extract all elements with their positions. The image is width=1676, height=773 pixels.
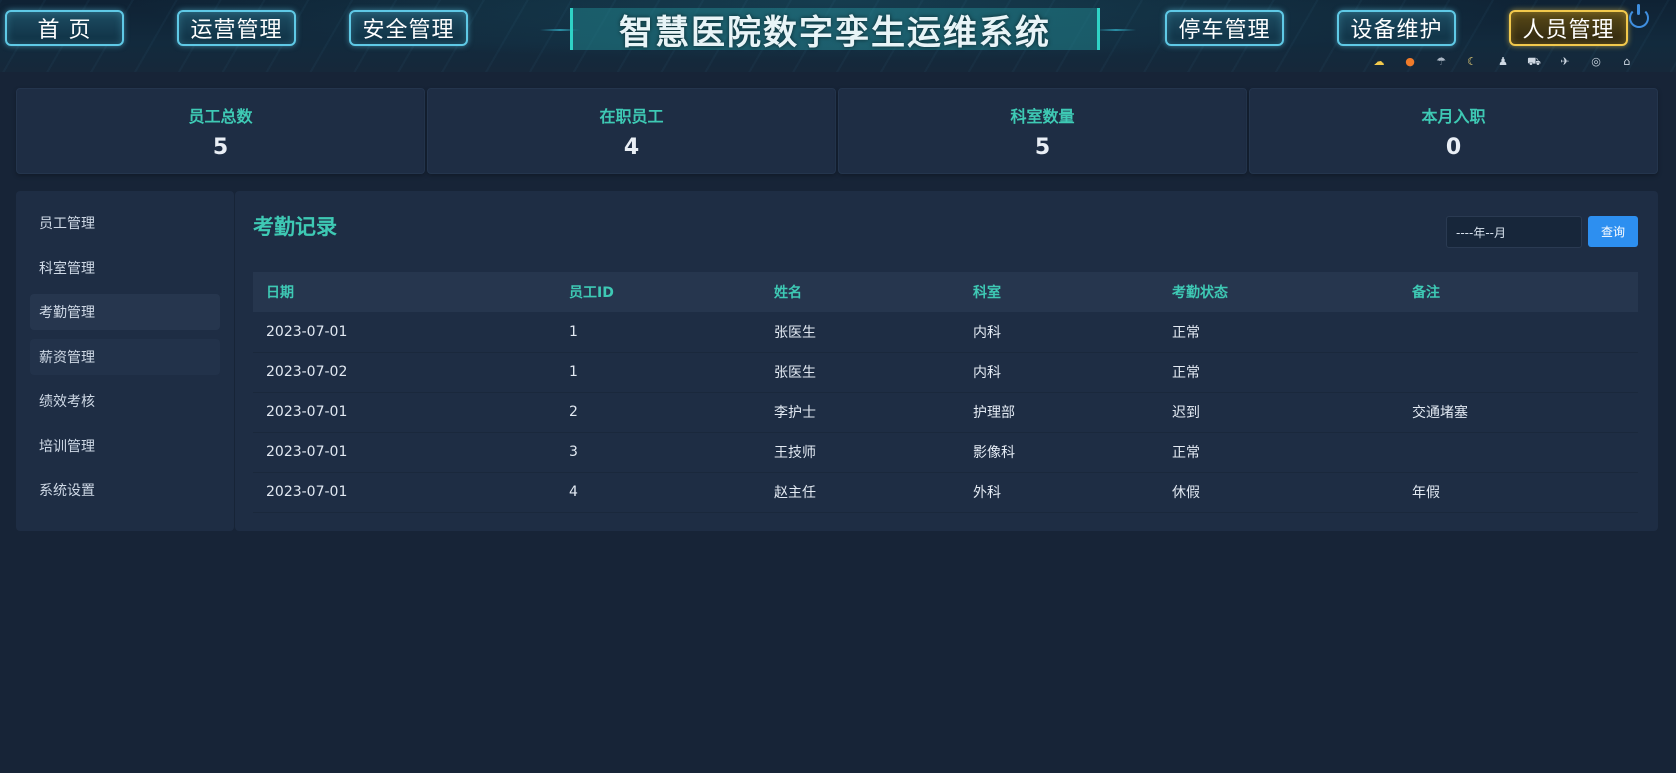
- month-picker-input[interactable]: ----年--月: [1446, 216, 1582, 248]
- nav-home-button[interactable]: 首 页: [5, 10, 124, 46]
- cell-name: 王技师: [761, 432, 960, 473]
- column-header-date: 日期: [253, 272, 556, 312]
- stat-label: 本月入职: [1421, 106, 1486, 126]
- cell-status: 正常: [1159, 312, 1399, 353]
- cell-remark: [1399, 312, 1638, 353]
- sidebar-item-departments[interactable]: 科室管理: [30, 250, 220, 286]
- stat-card-monthly-hires: 本月入职 0: [1249, 88, 1658, 174]
- attendance-table: 日期 员工ID 姓名 科室 考勤状态 备注 2023-07-01 1 张医生 内…: [253, 272, 1638, 513]
- power-icon[interactable]: [1629, 4, 1649, 28]
- stat-label: 在职员工: [599, 106, 664, 126]
- cell-department: 内科: [960, 352, 1159, 393]
- panel-title: 考勤记录: [253, 215, 337, 239]
- cell-department: 影像科: [960, 432, 1159, 473]
- cell-remark: [1399, 352, 1638, 393]
- stat-card-active-staff: 在职员工 4: [427, 88, 836, 174]
- cell-department: 护理部: [960, 392, 1159, 433]
- cell-date: 2023-07-02: [253, 352, 556, 393]
- sidebar-item-performance[interactable]: 绩效考核: [30, 383, 220, 419]
- table-header-row: 日期 员工ID 姓名 科室 考勤状态 备注: [253, 272, 1638, 312]
- sidebar-item-settings[interactable]: 系统设置: [30, 472, 220, 508]
- cell-remark: [1399, 432, 1638, 473]
- cell-date: 2023-07-01: [253, 392, 556, 433]
- cell-name: 张医生: [761, 352, 960, 393]
- cell-remark: 交通堵塞: [1399, 392, 1638, 433]
- car-icon: ⛟: [1527, 55, 1541, 68]
- nav-parking-button[interactable]: 停车管理: [1165, 10, 1284, 46]
- query-button[interactable]: 查询: [1588, 216, 1638, 247]
- stat-value: 5: [212, 134, 229, 160]
- rain-icon: ☂: [1436, 55, 1446, 68]
- cell-name: 赵主任: [761, 472, 960, 513]
- cell-status: 正常: [1159, 432, 1399, 473]
- column-header-employee-id: 员工ID: [556, 272, 761, 312]
- table-row: 2023-07-01 2 李护士 护理部 迟到 交通堵塞: [253, 392, 1638, 433]
- attendance-panel: 考勤记录 ----年--月 查询 日期 员工ID 姓名 科室 考勤状态 备注 2…: [235, 191, 1658, 531]
- cell-status: 休假: [1159, 472, 1399, 513]
- person-icon: ♟: [1498, 55, 1508, 68]
- sidebar: 员工管理 科室管理 考勤管理 薪资管理 绩效考核 培训管理 系统设置: [16, 191, 234, 531]
- nav-security-button[interactable]: 安全管理: [349, 10, 468, 46]
- cell-employee-id: 3: [556, 432, 761, 473]
- column-header-name: 姓名: [761, 272, 960, 312]
- stats-bar: 员工总数 5 在职员工 4 科室数量 5 本月入职 0: [16, 88, 1658, 174]
- stat-label: 科室数量: [1010, 106, 1075, 126]
- nav-equipment-button[interactable]: 设备维护: [1337, 10, 1456, 46]
- sun-icon: ●: [1405, 55, 1415, 68]
- page-title: 智慧医院数字孪生运维系统: [570, 8, 1100, 53]
- cell-date: 2023-07-01: [253, 312, 556, 353]
- column-header-status: 考勤状态: [1159, 272, 1399, 312]
- cell-employee-id: 1: [556, 352, 761, 393]
- cell-department: 外科: [960, 472, 1159, 513]
- camera-360-icon: ◎: [1591, 55, 1601, 68]
- table-row: 2023-07-02 1 张医生 内科 正常: [253, 352, 1638, 393]
- cell-date: 2023-07-01: [253, 432, 556, 473]
- plane-icon: ✈: [1560, 55, 1570, 68]
- stat-value: 0: [1445, 134, 1462, 160]
- stat-value: 5: [1034, 134, 1051, 160]
- cell-name: 李护士: [761, 392, 960, 433]
- table-row: 2023-07-01 3 王技师 影像科 正常: [253, 432, 1638, 473]
- cell-remark: 年假: [1399, 472, 1638, 513]
- cell-status: 正常: [1159, 352, 1399, 393]
- table-row: 2023-07-01 1 张医生 内科 正常: [253, 312, 1638, 353]
- sidebar-item-training[interactable]: 培训管理: [30, 428, 220, 464]
- cell-employee-id: 2: [556, 392, 761, 433]
- column-header-remark: 备注: [1399, 272, 1638, 312]
- cell-department: 内科: [960, 312, 1159, 353]
- table-row: 2023-07-01 4 赵主任 外科 休假 年假: [253, 472, 1638, 513]
- home-icon: ⌂: [1623, 55, 1631, 68]
- sidebar-item-attendance[interactable]: 考勤管理: [30, 294, 220, 330]
- cloud-sun-icon: ☁: [1373, 55, 1385, 68]
- cell-status: 迟到: [1159, 392, 1399, 433]
- cell-name: 张医生: [761, 312, 960, 353]
- nav-operations-button[interactable]: 运营管理: [177, 10, 296, 46]
- column-header-department: 科室: [960, 272, 1159, 312]
- stat-card-total-staff: 员工总数 5: [16, 88, 425, 174]
- moon-icon: ☾: [1467, 55, 1477, 68]
- status-icon-row: ☁ ● ☂ ☾ ♟ ⛟ ✈ ◎ ⌂: [1370, 56, 1636, 68]
- title-deco-right: [1096, 29, 1136, 31]
- sidebar-item-payroll[interactable]: 薪资管理: [30, 338, 220, 375]
- cell-employee-id: 4: [556, 472, 761, 513]
- stat-label: 员工总数: [188, 106, 253, 126]
- top-header: 首 页 运营管理 安全管理 智慧医院数字孪生运维系统 停车管理 设备维护 人员管…: [0, 0, 1676, 72]
- nav-personnel-button[interactable]: 人员管理: [1509, 10, 1628, 46]
- cell-employee-id: 1: [556, 312, 761, 353]
- cell-date: 2023-07-01: [253, 472, 556, 513]
- stat-value: 4: [623, 134, 640, 160]
- stat-card-department-count: 科室数量 5: [838, 88, 1247, 174]
- sidebar-item-employees[interactable]: 员工管理: [30, 205, 220, 241]
